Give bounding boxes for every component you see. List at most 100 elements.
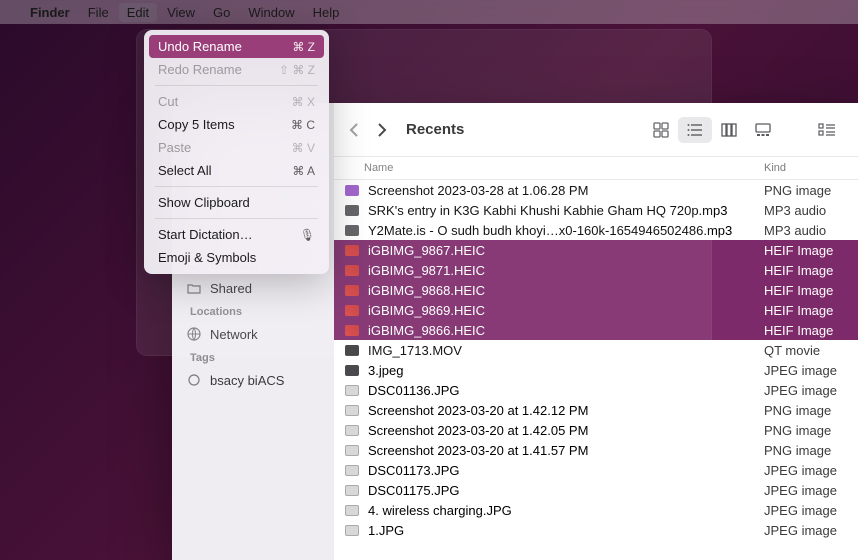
file-kind: PNG image [758,423,858,438]
menu-help[interactable]: Help [313,5,340,20]
sidebar-item-shared[interactable]: Shared [172,276,334,300]
sidebar-item-network[interactable]: Network [172,322,334,346]
file-row[interactable]: DSC01136.JPG JPEG image [334,380,858,400]
folder-icon [186,280,202,296]
file-row[interactable]: Y2Mate.is - O sudh budh khoyi…x0-160k-16… [334,220,858,240]
menu-copy[interactable]: Copy 5 Items ⌘ C [149,113,324,136]
menu-cut[interactable]: Cut ⌘ X [149,90,324,113]
group-button[interactable] [810,117,844,143]
file-row[interactable]: iGBIMG_9867.HEICHEIF Image [334,240,858,260]
menu-go[interactable]: Go [213,5,230,20]
file-row[interactable]: DSC01173.JPG JPEG image [334,460,858,480]
sidebar-group-tags: Tags [172,346,334,368]
file-name: Screenshot 2023-03-20 at 1.42.05 PM [368,423,588,438]
menu-paste[interactable]: Paste ⌘ V [149,136,324,159]
file-kind: HEIF Image [758,323,858,338]
location-title: Recents [406,121,464,138]
menu-undo[interactable]: Undo Rename ⌘ Z [149,35,324,58]
forward-button[interactable] [376,121,388,139]
sidebar-item-tag[interactable]: bsacy biACS [172,368,334,392]
file-row[interactable]: Screenshot 2023-03-20 at 1.42.05 PM PNG i… [334,420,858,440]
file-name: Y2Mate.is - O sudh budh khoyi…x0-160k-16… [368,223,732,238]
main-pane: Recents Name Kind Screenshot 2023-03-28 … [334,103,858,560]
file-icon [344,443,360,457]
file-icon [344,323,360,337]
menu-label: Redo Rename [158,62,242,77]
menu-shortcut: ⇧ ⌘ Z [279,63,315,77]
file-icon [344,263,360,277]
file-row[interactable]: Screenshot 2023-03-20 at 1.41.57 PMPNG i… [334,440,858,460]
back-button[interactable] [348,121,360,139]
tag-icon [186,372,202,388]
file-name: DSC01175.JPG [368,483,460,498]
menu-window[interactable]: Window [248,5,294,20]
menu-shortcut: ⌘ A [292,164,315,178]
column-view-button[interactable] [712,117,746,143]
file-kind: JPEG image [758,363,858,378]
sidebar-group-locations: Locations [172,300,334,322]
menu-file[interactable]: File [88,5,109,20]
file-name: iGBIMG_9866.HEIC [368,323,485,338]
menu-dictation[interactable]: Start Dictation… 🎙︎ [149,223,324,246]
file-name: Screenshot 2023-03-20 at 1.42.12 PM [368,403,588,418]
file-row[interactable]: IMG_1713.MOVQT movie [334,340,858,360]
file-name: SRK's entry in K3G Kabhi Khushi Kabhie G… [368,203,727,218]
file-kind: JPEG image [758,463,858,478]
file-kind: JPEG image [758,503,858,518]
menu-shortcut: ⌘ Z [292,40,315,54]
menu-view[interactable]: View [167,5,195,20]
menu-label: Copy 5 Items [158,117,235,132]
file-name: DSC01136.JPG [368,383,460,398]
network-icon [186,326,202,342]
file-row[interactable]: iGBIMG_9869.HEICHEIF Image [334,300,858,320]
file-icon [344,463,360,477]
file-kind: PNG image [758,183,858,198]
column-name[interactable]: Name [334,162,758,174]
menu-label: Select All [158,163,211,178]
menu-show-clipboard[interactable]: Show Clipboard [149,191,324,214]
file-name: iGBIMG_9871.HEIC [368,263,485,278]
file-kind: PNG image [758,403,858,418]
menu-label: Start Dictation… [158,227,253,242]
menu-select-all[interactable]: Select All ⌘ A [149,159,324,182]
file-kind: JPEG image [758,523,858,538]
file-row[interactable]: iGBIMG_9871.HEICHEIF Image [334,260,858,280]
menu-redo[interactable]: Redo Rename ⇧ ⌘ Z [149,58,324,81]
file-icon [344,423,360,437]
mic-icon: 🎙︎ [300,228,315,242]
file-icon [344,503,360,517]
file-row[interactable]: 1.JPGJPEG image [334,520,858,540]
file-name: DSC01173.JPG [368,463,460,478]
menu-shortcut: ⌘ C [291,118,315,132]
file-kind: JPEG image [758,483,858,498]
list-view-button[interactable] [678,117,712,143]
file-name: iGBIMG_9868.HEIC [368,283,485,298]
file-row[interactable]: Screenshot 2023-03-20 at 1.42.12 PM PNG i… [334,400,858,420]
file-row[interactable]: SRK's entry in K3G Kabhi Khushi Kabhie G… [334,200,858,220]
menu-edit[interactable]: Edit [119,3,157,22]
file-row[interactable]: 3.jpeg JPEG image [334,360,858,380]
menu-label: Emoji & Symbols [158,250,256,265]
app-menu[interactable]: Finder [30,5,70,20]
file-list: Screenshot 2023-03-28 at 1.06.28 PMPNG i… [334,180,858,560]
menu-shortcut: ⌘ X [292,95,315,109]
file-name: 3.jpeg [368,363,403,378]
file-row[interactable]: iGBIMG_9868.HEICHEIF Image [334,280,858,300]
menu-label: Show Clipboard [158,195,250,210]
file-row[interactable]: Screenshot 2023-03-28 at 1.06.28 PMPNG i… [334,180,858,200]
file-kind: JPEG image [758,383,858,398]
file-row[interactable]: iGBIMG_9866.HEIC HEIF Image [334,320,858,340]
file-name: iGBIMG_9869.HEIC [368,303,485,318]
file-row[interactable]: 4. wireless charging.JPGJPEG image [334,500,858,520]
file-icon [344,363,360,377]
file-icon [344,223,360,237]
file-name: iGBIMG_9867.HEIC [368,243,485,258]
sidebar-label: Network [210,327,258,342]
gallery-view-button[interactable] [746,117,780,143]
column-kind[interactable]: Kind [758,162,858,174]
menu-emoji[interactable]: Emoji & Symbols [149,246,324,269]
file-kind: QT movie [758,343,858,358]
file-row[interactable]: DSC01175.JPG JPEG image [334,480,858,500]
file-kind: MP3 audio [758,203,858,218]
icon-view-button[interactable] [644,117,678,143]
